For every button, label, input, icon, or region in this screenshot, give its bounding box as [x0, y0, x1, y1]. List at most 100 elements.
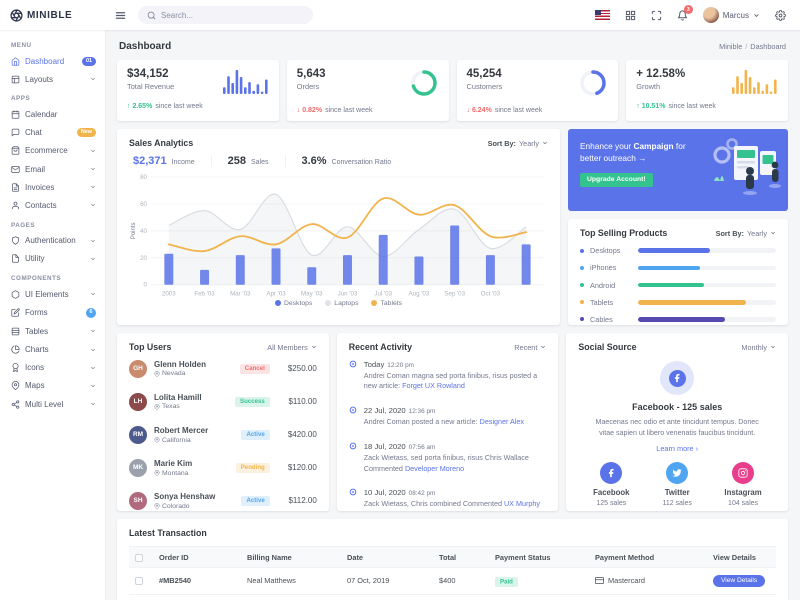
- product-row-android: Android: [580, 281, 776, 290]
- chevron-down-icon: [90, 184, 96, 190]
- activity-link[interactable]: Developer Moreno: [405, 464, 464, 473]
- sidebar-item-label: Layouts: [25, 74, 54, 84]
- select-all-checkbox[interactable]: [135, 553, 143, 562]
- recent-activity-filter-dropdown[interactable]: Recent: [514, 343, 546, 352]
- language-flag-icon[interactable]: [594, 10, 610, 20]
- chevron-down-icon: [90, 328, 96, 334]
- user-name: Marcus: [722, 10, 749, 20]
- sidebar-item-label: Utility: [25, 254, 45, 264]
- activity-item: 18 Jul, 2020 07:56 am Zack Wietass, sed po…: [349, 434, 547, 481]
- status-badge: Success: [235, 396, 270, 407]
- legend-tablets[interactable]: Tablets: [371, 300, 402, 307]
- sidebar-item-multi-level[interactable]: Multi Level: [0, 395, 105, 413]
- activity-text: Zack Wietass, sed porta finibus, risus C…: [363, 452, 529, 473]
- status-badge: Cancel: [239, 363, 270, 374]
- activity-link[interactable]: UX Murphy: [504, 499, 540, 508]
- top-selling-sort-dropdown[interactable]: Sort By: Yearly: [716, 229, 776, 238]
- social-source-card: Social Source Monthly Facebook - 125 sal…: [566, 333, 788, 511]
- notifications-bell-icon[interactable]: 3: [677, 5, 693, 21]
- activity-item: 10 Jul, 2020 08:42 pm Zack Wietass, Chris …: [349, 481, 547, 511]
- sidebar-item-charts[interactable]: Charts: [0, 340, 105, 358]
- stat-value: $34,152: [127, 68, 169, 80]
- status-badge: Pending: [235, 462, 270, 473]
- sidebar-item-icons[interactable]: Icons: [0, 359, 105, 377]
- sidebar-item-ecommerce[interactable]: Ecommerce: [0, 142, 105, 160]
- sidebar-item-tables[interactable]: Tables: [0, 322, 105, 340]
- breadcrumb-parent[interactable]: Minible: [719, 42, 742, 51]
- chevron-down-icon: [90, 148, 96, 154]
- sidebar-item-ui-elements[interactable]: UI Elements: [0, 285, 105, 303]
- activity-link[interactable]: Forget UX Rowland: [402, 381, 465, 390]
- sidebar-item-invoices[interactable]: Invoices: [0, 178, 105, 196]
- chevron-down-icon: [541, 345, 546, 349]
- user-amount: $120.00: [287, 463, 317, 473]
- sidebar-item-utility[interactable]: Utility: [0, 250, 105, 268]
- sidebar-item-contacts[interactable]: Contacts: [0, 196, 105, 214]
- product-row-iphones: iPhones: [580, 263, 776, 272]
- sidebar-item-label: Dashboard: [25, 56, 65, 66]
- activity-time: 12:36 pm: [408, 408, 436, 416]
- product-label: Tablets: [590, 297, 614, 307]
- svg-text:2003: 2003: [162, 291, 176, 298]
- sales-mini-stats: $2,371 Income 258 Sales 3.6% Conversation R…: [129, 155, 548, 167]
- top-users-filter-dropdown[interactable]: All Members: [267, 343, 317, 352]
- column-header: Billing Name: [241, 545, 341, 569]
- chevron-down-icon: [90, 256, 96, 262]
- sidebar-item-label: Maps: [25, 381, 45, 391]
- social-source-instagram[interactable]: Instagram 104 sales: [710, 462, 776, 507]
- activity-item: 22 Jul, 2020 12:36 pm Andrei Coman posted …: [349, 399, 547, 435]
- legend-laptops[interactable]: Laptops: [325, 300, 358, 307]
- view-details-button[interactable]: View Details: [713, 574, 766, 588]
- menu-toggle-icon[interactable]: [115, 10, 126, 21]
- product-progress-bar: [638, 300, 776, 305]
- apps-grid-icon[interactable]: [625, 10, 636, 21]
- upgrade-account-button[interactable]: Upgrade Account!: [580, 172, 653, 187]
- social-source-twitter[interactable]: Twitter 112 sales: [644, 462, 710, 507]
- sidebar-item-dashboard[interactable]: Dashboard 01: [0, 52, 105, 70]
- user-row-lolita-hamill: LH Lolita Hamill Texas Success $110.00: [129, 385, 317, 418]
- sidebar-item-chat[interactable]: Chat New: [0, 124, 105, 142]
- social-source-facebook[interactable]: Facebook 125 sales: [578, 462, 644, 507]
- product-label: Android: [590, 280, 616, 290]
- order-total: $400: [433, 567, 489, 595]
- fullscreen-icon[interactable]: [651, 10, 662, 21]
- product-progress-fill: [638, 282, 705, 288]
- social-filter-dropdown[interactable]: Monthly: [741, 343, 776, 352]
- sidebar-item-label: UI Elements: [25, 289, 69, 299]
- search-input[interactable]: [161, 10, 296, 20]
- svg-text:Jul '03: Jul '03: [374, 291, 392, 298]
- product-dot-icon: [580, 283, 584, 288]
- sidebar: MENU Dashboard 01 Layouts APPS Calendar Chat Ne…: [0, 30, 105, 600]
- row-checkbox[interactable]: [135, 577, 143, 586]
- sidebar-item-authentication[interactable]: Authentication: [0, 232, 105, 250]
- table-row: #MB2541Jamal Burnett07 Oct, 2019$380Char…: [129, 594, 776, 600]
- sidebar-item-email[interactable]: Email: [0, 160, 105, 178]
- sidebar-item-maps[interactable]: Maps: [0, 377, 105, 395]
- facebook-icon: [668, 369, 686, 387]
- legend-desktops[interactable]: Desktops: [274, 300, 312, 307]
- learn-more-link[interactable]: Learn more ›: [578, 444, 776, 453]
- breadcrumb: Minible / Dashboard: [719, 42, 786, 51]
- sidebar-item-layouts[interactable]: Layouts: [0, 70, 105, 88]
- activity-date: Today: [363, 359, 385, 369]
- user-menu[interactable]: Marcus: [702, 7, 760, 23]
- activity-link[interactable]: Designer Alex: [480, 417, 524, 426]
- sales-sort-dropdown[interactable]: Sort By: Yearly: [488, 139, 548, 148]
- sidebar-item-calendar[interactable]: Calendar: [0, 105, 105, 123]
- chevron-down-icon: [90, 76, 96, 82]
- user-amount: $110.00: [288, 397, 317, 407]
- sidebar-item-forms[interactable]: Forms 6: [0, 303, 105, 322]
- topbar-actions: 3 Marcus: [594, 5, 800, 23]
- user-row-robert-mercer: RM Robert Mercer California Active $420.00: [129, 418, 317, 451]
- map-pin-icon: [154, 370, 160, 377]
- home-icon: [11, 56, 20, 66]
- recent-activity-title: Recent Activity: [348, 342, 413, 352]
- product-label: Cables: [590, 314, 613, 324]
- stat-card-growth: + 12.58% Growth ↑ 10.51% since last week: [626, 60, 788, 121]
- settings-gear-icon[interactable]: [775, 9, 786, 21]
- chevron-down-icon: [90, 291, 96, 297]
- calendar-icon: [11, 110, 20, 119]
- facebook-icon: [600, 462, 623, 485]
- sidebar-item-label: Tables: [25, 326, 49, 336]
- file-icon: [11, 254, 20, 263]
